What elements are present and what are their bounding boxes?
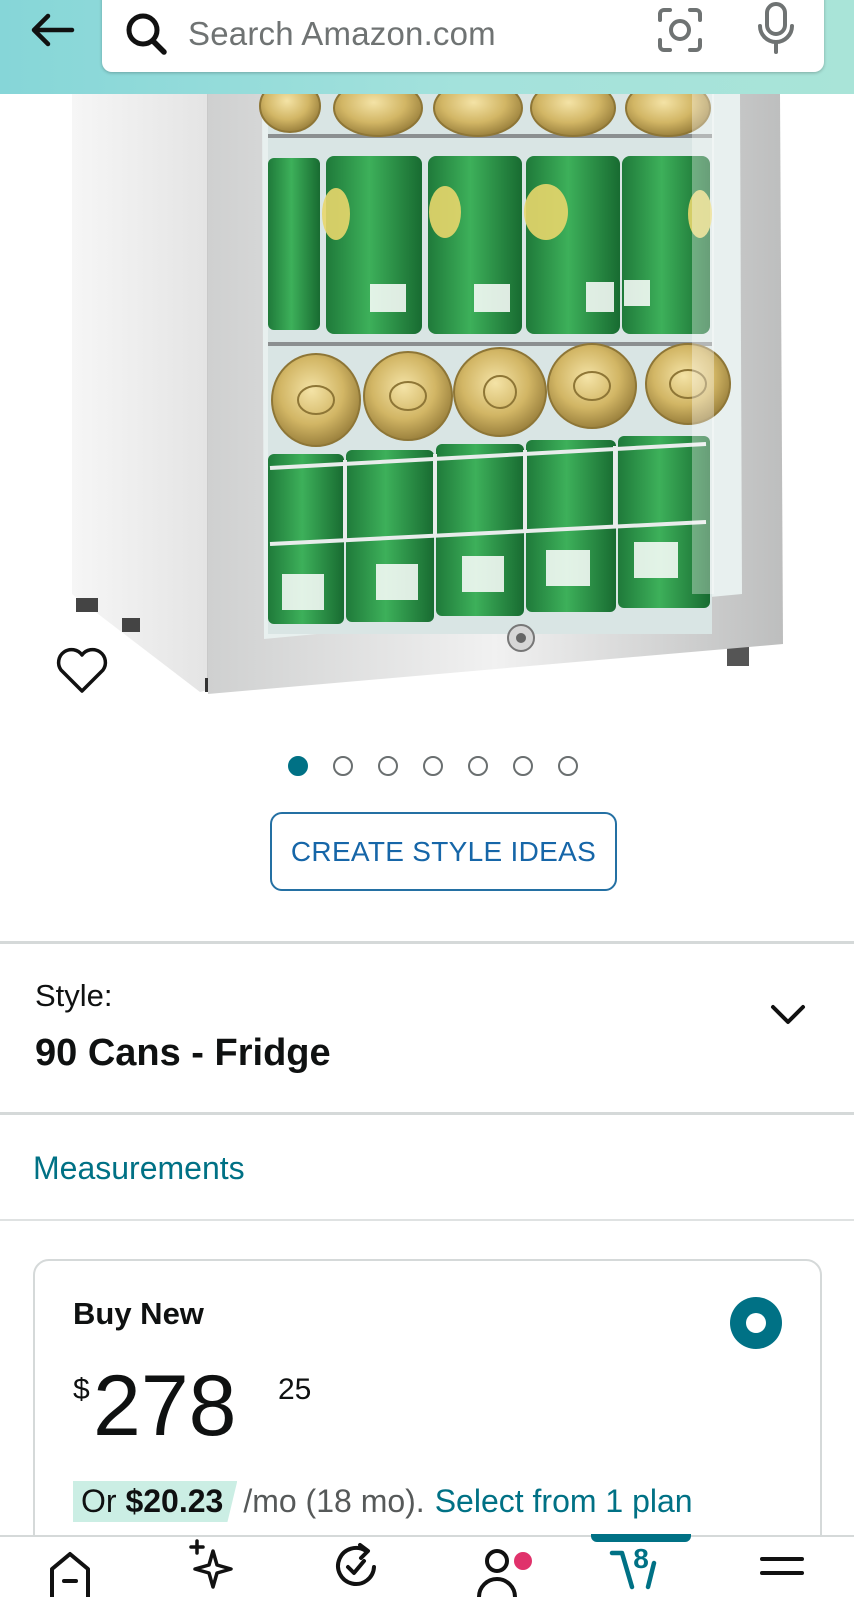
- chevron-down-icon[interactable]: [768, 1000, 808, 1028]
- price-fraction: 25: [278, 1373, 312, 1406]
- installment-highlight: Or $20.23: [73, 1481, 238, 1522]
- nav-home[interactable]: [20, 1537, 120, 1600]
- image-dot-3[interactable]: [378, 756, 398, 776]
- image-dot-1[interactable]: [288, 756, 308, 776]
- nav-deals[interactable]: [306, 1537, 406, 1600]
- account-notification-dot: [514, 1552, 532, 1570]
- buy-new-title: Buy New: [73, 1296, 204, 1331]
- camera-lens-icon[interactable]: [652, 2, 708, 58]
- image-pagination-dots: [288, 756, 578, 776]
- search-bar[interactable]: Search Amazon.com: [102, 0, 824, 72]
- home-icon: [50, 1552, 90, 1597]
- radio-selected-indicator: [746, 1313, 766, 1333]
- top-header: Search Amazon.com: [0, 0, 854, 94]
- product-image-carousel[interactable]: [0, 94, 854, 724]
- nav-cart[interactable]: 8: [591, 1537, 691, 1600]
- price-whole: 278: [93, 1358, 237, 1454]
- installment-prefix: Or: [81, 1483, 126, 1519]
- wishlist-heart-icon[interactable]: [54, 646, 110, 696]
- image-dot-5[interactable]: [468, 756, 488, 776]
- bottom-navigation: 8: [0, 1535, 854, 1600]
- buy-new-radio-button[interactable]: [730, 1297, 782, 1349]
- active-tab-indicator: [591, 1534, 691, 1542]
- style-value: 90 Cans - Fridge: [35, 1032, 331, 1074]
- installment-offer: Or $20.23 /mo (18 mo). Select from 1 pla…: [73, 1481, 693, 1522]
- microphone-icon[interactable]: [752, 0, 800, 60]
- nav-ai-assistant[interactable]: [163, 1537, 263, 1600]
- cart-count-badge: 8: [633, 1543, 649, 1574]
- section-divider: [0, 1219, 854, 1221]
- installment-amount: $20.23: [125, 1483, 224, 1519]
- ai-sparkle-icon: [189, 1539, 233, 1589]
- search-input[interactable]: Search Amazon.com: [188, 15, 496, 53]
- section-divider: [0, 941, 854, 944]
- beverage-fridge-image: [72, 94, 783, 694]
- create-style-ideas-button[interactable]: CREATE STYLE IDEAS: [270, 812, 617, 891]
- back-arrow-icon: [31, 13, 75, 47]
- installment-terms: /mo (18 mo).: [243, 1483, 425, 1519]
- search-icon[interactable]: [122, 6, 170, 58]
- section-divider: [0, 1112, 854, 1115]
- measurements-link[interactable]: Measurements: [33, 1150, 245, 1187]
- back-button[interactable]: [22, 4, 82, 56]
- nav-menu[interactable]: [732, 1537, 832, 1600]
- image-dot-7[interactable]: [558, 756, 578, 776]
- price-currency-symbol: $: [73, 1373, 90, 1406]
- image-dot-2[interactable]: [333, 756, 353, 776]
- select-plan-link[interactable]: Select from 1 plan: [435, 1483, 693, 1520]
- image-dot-6[interactable]: [513, 756, 533, 776]
- style-selector[interactable]: Style: 90 Cans - Fridge: [0, 946, 854, 1111]
- menu-icon: [760, 1557, 804, 1575]
- nav-account[interactable]: [447, 1537, 547, 1600]
- deals-icon: [336, 1543, 376, 1586]
- image-dot-4[interactable]: [423, 756, 443, 776]
- style-label: Style:: [35, 978, 113, 1013]
